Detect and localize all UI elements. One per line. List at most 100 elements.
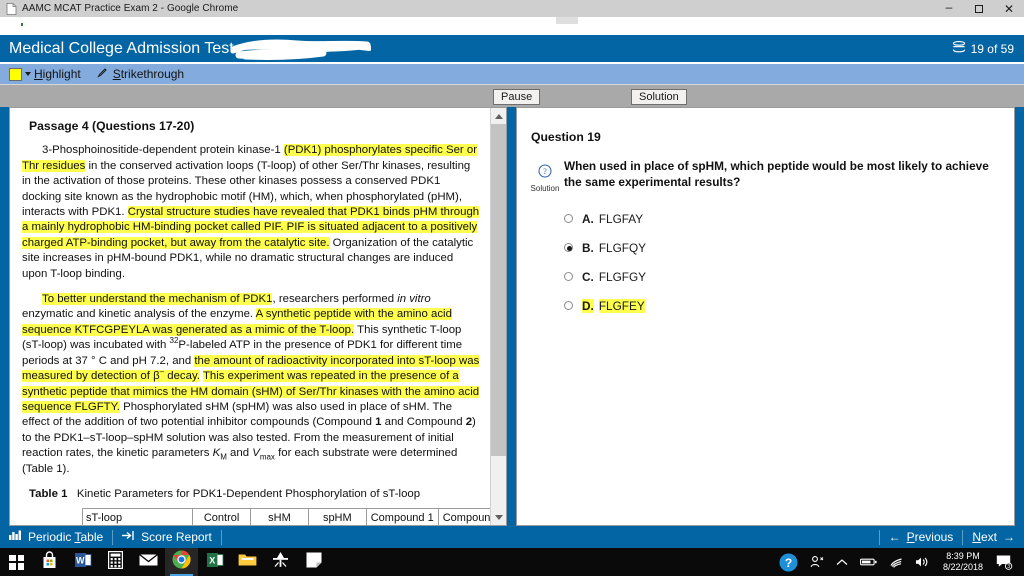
- p2-seg7b: decay.: [164, 370, 200, 383]
- screen-root: AAMC MCAT Practice Exam 2 - Google Chrom…: [0, 0, 1024, 576]
- sticky-notes-button[interactable]: [297, 548, 330, 576]
- p1-seg1: 3-Phosphoinositide-dependent protein kin…: [42, 144, 284, 157]
- microsoft-store-button[interactable]: [33, 548, 66, 576]
- choice-text-c: FLGFGY: [598, 269, 647, 284]
- radio-b[interactable]: [564, 243, 573, 252]
- previous-label-rest: revious: [914, 530, 954, 544]
- p2-seg3: enzymatic and kinetic analysis of the en…: [22, 308, 256, 321]
- scroll-down-button[interactable]: [491, 509, 506, 525]
- previous-button[interactable]: ← Previous: [880, 526, 963, 548]
- window-title: AAMC MCAT Practice Exam 2 - Google Chrom…: [22, 3, 239, 14]
- chevron-down-icon[interactable]: [25, 72, 31, 76]
- file-explorer-button[interactable]: [231, 548, 264, 576]
- chrome-button[interactable]: [165, 548, 198, 576]
- chevron-up-icon[interactable]: [830, 548, 854, 576]
- svg-text:?: ?: [785, 555, 792, 569]
- windows-taskbar: W X ? 8:39 PM 8/22/2018 3: [0, 548, 1024, 576]
- close-button[interactable]: ✕: [994, 0, 1024, 17]
- table-header-cell-4: Compound 1: [365, 508, 439, 525]
- folder-icon: [238, 552, 257, 572]
- question-stem: When used in place of spHM, which peptid…: [564, 159, 989, 189]
- minimize-button[interactable]: –: [934, 0, 964, 17]
- svg-text:3: 3: [1007, 564, 1010, 570]
- scroll-up-button[interactable]: [491, 108, 506, 124]
- next-button[interactable]: Next →: [963, 526, 1024, 548]
- next-accesskey: N: [972, 530, 981, 544]
- adobe-button[interactable]: [264, 548, 297, 576]
- p2-vmax: V: [252, 447, 260, 460]
- pencil-icon[interactable]: [97, 65, 108, 83]
- excel-button[interactable]: X: [198, 548, 231, 576]
- clock[interactable]: 8:39 PM 8/22/2018: [936, 551, 990, 573]
- highlight-button[interactable]: Highlight: [34, 67, 81, 81]
- choice-text-a: FLGFAY: [598, 211, 644, 226]
- chrome-title-bar: AAMC MCAT Practice Exam 2 - Google Chrom…: [0, 0, 1024, 17]
- people-icon[interactable]: [804, 548, 830, 576]
- passage-paragraph-2: To better understand the mechanism of PD…: [22, 292, 480, 477]
- page-title: Medical College Admission Test -: [9, 39, 244, 57]
- adobe-icon: [272, 551, 289, 573]
- p2-invitro: in vitro: [397, 293, 431, 306]
- answer-choice-b[interactable]: B. FLGFQY: [564, 233, 1014, 262]
- scrollbar-thumb[interactable]: [491, 124, 506, 456]
- question-solution-button[interactable]: ? Solution: [523, 164, 567, 193]
- mcat-header-bar: Medical College Admission Test -: [0, 35, 1024, 62]
- tab-ghost: [556, 17, 578, 24]
- battery-icon[interactable]: [854, 548, 883, 576]
- solution-button[interactable]: Solution: [631, 89, 687, 105]
- wifi-icon[interactable]: [883, 548, 909, 576]
- answer-choice-a[interactable]: A. FLGFAY: [564, 204, 1014, 233]
- previous-accesskey: P: [906, 530, 915, 544]
- store-icon: [41, 550, 58, 574]
- previous-label: Previous: [907, 530, 954, 544]
- p2-seg12: and: [226, 447, 253, 460]
- chrome-icon: [172, 550, 191, 574]
- question-title: Question 19: [531, 130, 601, 144]
- next-label: Next: [972, 530, 997, 544]
- answer-choice-d[interactable]: D. FLGFEY: [564, 291, 1014, 320]
- chrome-content-strip: [0, 17, 1024, 35]
- pause-button[interactable]: Pause: [493, 89, 541, 105]
- answer-choice-c[interactable]: C. FLGFGY: [564, 262, 1014, 291]
- arrow-into-bar-icon: [122, 530, 135, 544]
- passage-title: Passage 4 (Questions 17-20): [29, 119, 195, 133]
- exam-body: Passage 4 (Questions 17-20) 3-Phosphoino…: [0, 107, 1024, 526]
- calculator-button[interactable]: [99, 548, 132, 576]
- question-stem-row: ? Solution When used in place of spHM, w…: [517, 159, 1014, 193]
- volume-icon[interactable]: [909, 548, 936, 576]
- choice-letter-b: B.: [582, 240, 594, 255]
- table-header-row: sT-loop Control sHM spHM Compound 1 Comp…: [81, 508, 506, 525]
- periodic-table-label: Periodic Table: [28, 530, 103, 544]
- maximize-button[interactable]: [964, 0, 994, 17]
- start-button[interactable]: [0, 548, 33, 576]
- score-report-button[interactable]: Score Report: [113, 526, 221, 548]
- help-circle-icon[interactable]: ?: [773, 548, 804, 576]
- passage-scrollbar[interactable]: [490, 108, 506, 525]
- periodic-table-button[interactable]: Periodic Table: [0, 526, 112, 548]
- question-circle-icon: ?: [538, 164, 552, 183]
- document-icon: [6, 2, 17, 15]
- score-report-label: Score Report: [141, 530, 212, 544]
- radio-d[interactable]: [564, 301, 573, 310]
- strikethrough-button[interactable]: Strikethrough: [113, 67, 184, 81]
- radio-a[interactable]: [564, 214, 573, 223]
- mail-icon: [139, 553, 158, 572]
- page-favicon-remnant: [21, 23, 23, 26]
- strikethrough-label-rest: trikethrough: [120, 67, 185, 81]
- highlight-label-rest: ighlight: [42, 67, 81, 81]
- table-header-cell-2: sHM: [250, 508, 309, 525]
- question-pane: Question 19 ? Solution When used in plac…: [516, 107, 1015, 526]
- periodic-table-icon: [9, 530, 22, 544]
- periodic-label-pre: Periodic: [28, 530, 75, 544]
- annotation-toolbar: Highlight Strikethrough: [0, 63, 1024, 84]
- exam-button-bar: Pause Solution: [0, 84, 1024, 107]
- table-header-cell-3: spHM: [307, 508, 367, 525]
- triangle-up-icon: [495, 113, 503, 119]
- word-button[interactable]: W: [66, 548, 99, 576]
- nav-divider-2: [220, 529, 222, 545]
- radio-c[interactable]: [564, 272, 573, 281]
- highlight-color-swatch[interactable]: [9, 67, 22, 81]
- mail-button[interactable]: [132, 548, 165, 576]
- notification-icon[interactable]: 3: [990, 548, 1019, 576]
- p2-seg10: and Compound: [381, 416, 466, 429]
